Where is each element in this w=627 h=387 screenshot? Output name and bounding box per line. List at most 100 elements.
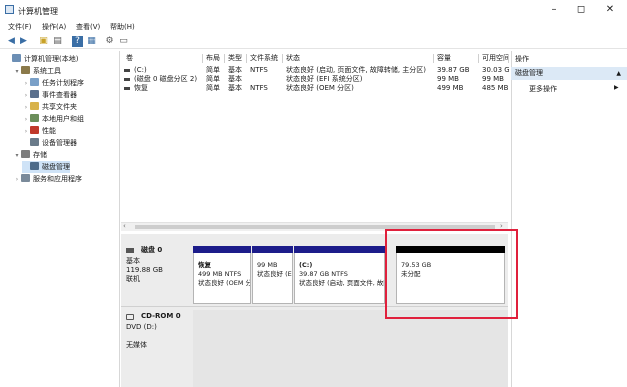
menu-view[interactable]: 查看(V): [76, 22, 100, 32]
disk-status: 联机: [126, 275, 140, 283]
title-bar: [0, 0, 627, 21]
volume-cell[interactable]: 简单: [203, 84, 225, 93]
partition-status: 状态良好 (EFI 系统分区): [257, 270, 292, 278]
column-header[interactable]: 卷: [123, 54, 203, 63]
volume-cell[interactable]: 简单: [203, 75, 225, 84]
close-button[interactable]: ✕: [602, 4, 618, 16]
show-hide-tree-icon[interactable]: ▤: [52, 36, 63, 47]
partition-block[interactable]: 99 MB状态良好 (EFI 系统分区): [252, 253, 293, 304]
volume-cell[interactable]: 状态良好 (EFI 系统分区): [283, 75, 434, 84]
tree-item[interactable]: › 本地用户和组: [22, 113, 84, 125]
properties-icon[interactable]: ▦: [86, 36, 97, 47]
disk-management-icon: [30, 162, 39, 170]
cdrom-icon: [126, 314, 134, 320]
tree-item[interactable]: › 共享文件夹: [22, 101, 77, 113]
column-header[interactable]: 类型: [225, 54, 247, 63]
tree-item-label: 事件查看器: [42, 91, 77, 99]
volume-cell[interactable]: 简单: [203, 66, 225, 75]
volume-cell[interactable]: 恢复: [131, 84, 203, 93]
highlight-box: [385, 229, 518, 319]
tree-item[interactable]: › 性能: [22, 125, 56, 137]
tree-item[interactable]: ▾ 存储: [13, 149, 47, 161]
actions-title: 操作: [515, 55, 529, 63]
menu-action[interactable]: 操作(A): [42, 22, 66, 32]
cdrom-status: 无媒体: [126, 341, 147, 349]
volume-cell[interactable]: 99 MB: [479, 75, 509, 84]
collapse-chevron-icon[interactable]: ▾: [13, 150, 21, 162]
column-header[interactable]: 状态: [283, 54, 434, 63]
volume-cell[interactable]: 状态良好 (OEM 分区): [283, 84, 434, 93]
help-icon[interactable]: ?: [72, 36, 83, 47]
partition-bar: [193, 246, 251, 253]
partition-status: 状态良好 (OEM 分区): [198, 279, 250, 287]
menu-file[interactable]: 文件(F): [8, 22, 32, 32]
tree-item-label: 设备管理器: [42, 139, 77, 147]
volume-cell[interactable]: 499 MB: [434, 84, 479, 93]
column-header[interactable]: 可用空间: [479, 54, 509, 63]
column-header[interactable]: 文件系统: [247, 54, 283, 63]
volume-cell[interactable]: 30.03 GB: [479, 66, 509, 75]
back-arrow-icon[interactable]: ◀: [6, 36, 17, 47]
disk-0-info[interactable]: 磁盘 0 基本 119.88 GB 联机: [123, 246, 191, 308]
partition-block[interactable]: (C:)39.87 GB NTFS状态良好 (启动, 页面文件, 故障转储, 主…: [294, 253, 385, 304]
disk-size: 119.88 GB: [126, 266, 163, 274]
partition-bar: [252, 246, 293, 253]
cdrom-name: CD-ROM 0: [141, 312, 181, 320]
partition-size: 39.87 GB NTFS: [299, 270, 348, 278]
settings-icon[interactable]: ⚙: [104, 36, 115, 47]
actions-section-disk-management[interactable]: 磁盘管理 ▲: [511, 67, 627, 80]
more-actions-label: 更多操作: [529, 85, 557, 93]
collapse-chevron-icon[interactable]: ▾: [13, 66, 21, 78]
tree-item[interactable]: 设备管理器: [22, 137, 77, 149]
window-title: 计算机管理: [18, 7, 58, 16]
volume-cell[interactable]: 485 MB: [479, 84, 509, 93]
users-icon: [30, 114, 39, 122]
volume-cell[interactable]: NTFS: [247, 66, 283, 75]
tree-item[interactable]: › 服务和应用程序: [13, 173, 82, 185]
up-folder-icon[interactable]: ▣: [38, 36, 49, 47]
partition-status: 状态良好 (启动, 页面文件, 故障转储, 主分区): [299, 279, 384, 287]
tree-item[interactable]: 磁盘管理: [22, 161, 70, 173]
menu-help[interactable]: 帮助(H): [110, 22, 135, 32]
volume-icon: [124, 78, 130, 81]
storage-icon: [21, 150, 30, 158]
volume-cell[interactable]: NTFS: [247, 84, 283, 93]
tree-item[interactable]: › 任务计划程序: [22, 77, 84, 89]
tree-item-label: 服务和应用程序: [33, 175, 82, 183]
column-header[interactable]: 容量: [434, 54, 479, 63]
column-header[interactable]: 布局: [203, 54, 225, 63]
volume-cell[interactable]: (磁盘 0 磁盘分区 2): [131, 75, 203, 84]
more-actions-link[interactable]: 更多操作: [529, 84, 557, 94]
tree-item-label: 任务计划程序: [42, 79, 84, 87]
event-viewer-icon: [30, 90, 39, 98]
maximize-button[interactable]: ◻: [573, 4, 589, 16]
forward-arrow-icon[interactable]: ▶: [18, 36, 29, 47]
volume-cell[interactable]: 基本: [225, 75, 247, 84]
volume-cell[interactable]: 状态良好 (启动, 页面文件, 故障转储, 主分区): [283, 66, 434, 75]
tree-item[interactable]: 计算机管理(本地): [4, 53, 78, 65]
tree-item-label: 系统工具: [33, 67, 61, 75]
menu-bar: 文件(F) 操作(A) 查看(V) 帮助(H): [0, 21, 627, 33]
tools-icon: [21, 66, 30, 74]
partition-size: 499 MB NTFS: [198, 270, 242, 278]
partition-bar: [294, 246, 385, 253]
volume-cell[interactable]: (C:): [131, 66, 203, 75]
volume-cell[interactable]: 基本: [225, 66, 247, 75]
expand-chevron-icon[interactable]: ›: [13, 174, 21, 186]
tree-item[interactable]: › 事件查看器: [22, 89, 77, 101]
partition-block[interactable]: 恢复499 MB NTFS状态良好 (OEM 分区): [193, 253, 251, 304]
volume-cell[interactable]: 39.87 GB: [434, 66, 479, 75]
volume-cell[interactable]: 基本: [225, 84, 247, 93]
volume-icon: [124, 69, 130, 72]
tree-item[interactable]: ▾ 系统工具: [13, 65, 61, 77]
scroll-left-icon[interactable]: ‹: [123, 222, 126, 230]
computer-management-icon: [5, 5, 14, 14]
cdrom-0-info[interactable]: CD-ROM 0 DVD (D:) 无媒体: [123, 312, 191, 372]
volume-cell[interactable]: 99 MB: [434, 75, 479, 84]
minimize-button[interactable]: –: [546, 4, 562, 16]
disk-icon: [126, 248, 134, 253]
computer-icon: [12, 54, 21, 62]
view-icon[interactable]: ▭: [118, 36, 129, 47]
volume-cell[interactable]: [247, 75, 283, 84]
partition-name: 恢复: [198, 261, 211, 269]
